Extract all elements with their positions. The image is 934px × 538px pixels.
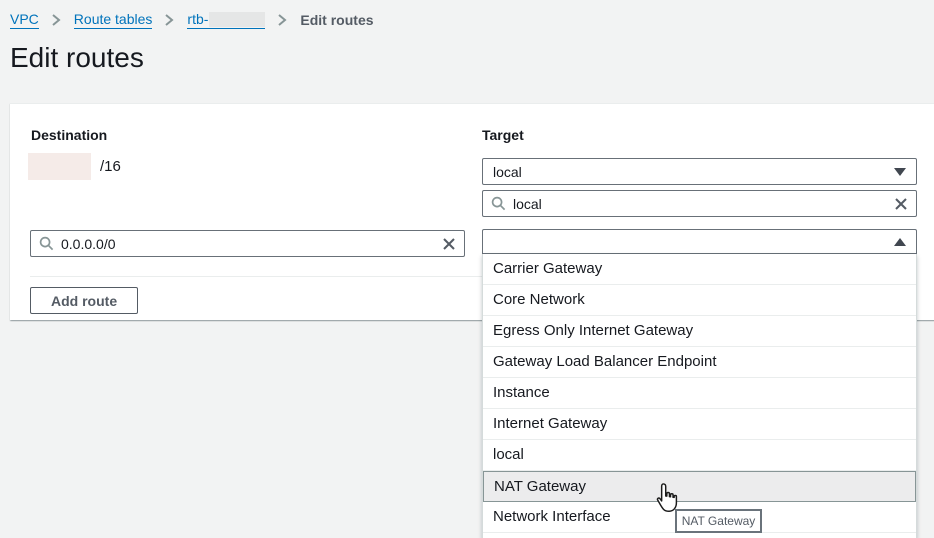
- target-select-row2-expanded[interactable]: [482, 229, 917, 254]
- target-select-row1-value: local: [493, 164, 522, 180]
- breadcrumb-route-tables-link[interactable]: Route tables: [74, 11, 153, 29]
- nat-gateway-tooltip: NAT Gateway: [675, 509, 762, 533]
- target-type-dropdown: Carrier Gateway Core Network Egress Only…: [482, 254, 917, 538]
- dropdown-option-nat-gateway[interactable]: NAT Gateway: [483, 471, 916, 502]
- dropdown-option-gateway-load-balancer-endpoint[interactable]: Gateway Load Balancer Endpoint: [483, 347, 916, 378]
- dropdown-option-internet-gateway[interactable]: Internet Gateway: [483, 409, 916, 440]
- clear-icon[interactable]: [442, 237, 456, 251]
- destination-column-label: Destination: [31, 127, 107, 143]
- page-title: Edit routes: [10, 42, 144, 74]
- destination-search-input-row2[interactable]: [61, 236, 435, 252]
- search-icon: [39, 236, 54, 251]
- edit-routes-page: VPC Route tables rtb- Edit routes Edit r…: [0, 0, 934, 538]
- target-search-input-row1[interactable]: [513, 196, 887, 212]
- route-table-id-prefix: rtb-: [187, 11, 208, 27]
- chevron-right-icon: [164, 13, 175, 27]
- dropdown-clipped-row: [483, 533, 916, 538]
- search-icon: [491, 196, 506, 211]
- clear-icon[interactable]: [894, 197, 908, 211]
- dropdown-option-carrier-gateway[interactable]: Carrier Gateway: [483, 254, 916, 285]
- chevron-right-icon: [51, 13, 62, 27]
- triangle-down-icon: [894, 168, 906, 176]
- breadcrumb-current: Edit routes: [300, 12, 373, 28]
- destination-cidr-redaction: [28, 153, 91, 180]
- dropdown-option-egress-only-internet-gateway[interactable]: Egress Only Internet Gateway: [483, 316, 916, 347]
- dropdown-option-core-network[interactable]: Core Network: [483, 285, 916, 316]
- dropdown-option-instance[interactable]: Instance: [483, 378, 916, 409]
- breadcrumb-route-table-id-link[interactable]: rtb-: [187, 11, 265, 29]
- destination-search-field-row2: [30, 230, 465, 257]
- route-table-id-redaction: [209, 12, 265, 27]
- chevron-right-icon: [277, 13, 288, 27]
- breadcrumb-vpc-link[interactable]: VPC: [10, 11, 39, 29]
- target-select-row1[interactable]: local: [482, 158, 917, 185]
- dropdown-option-local[interactable]: local: [483, 440, 916, 471]
- destination-cidr-suffix: /16: [100, 158, 121, 175]
- add-route-button[interactable]: Add route: [30, 287, 138, 314]
- triangle-up-icon: [894, 238, 906, 246]
- breadcrumb: VPC Route tables rtb- Edit routes: [10, 11, 374, 29]
- target-search-field-row1: [482, 190, 917, 217]
- target-column-label: Target: [482, 127, 524, 143]
